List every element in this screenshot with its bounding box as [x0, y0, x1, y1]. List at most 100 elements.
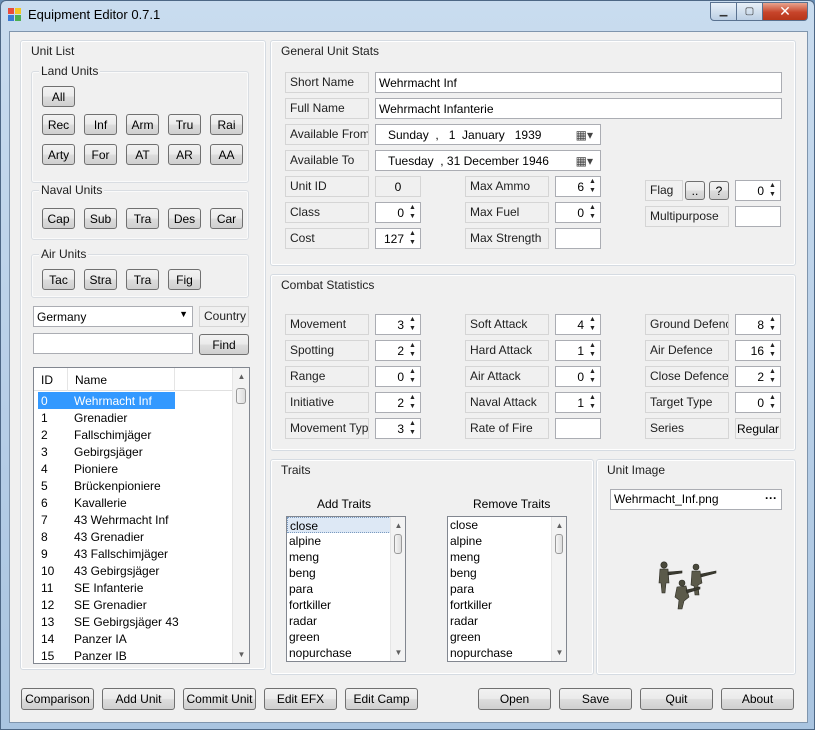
list-item[interactable]: close — [448, 517, 566, 533]
spin-up-icon[interactable]: ▲ — [405, 203, 420, 212]
unit-grid[interactable]: ID Name 0 Wehrmacht Inf 1 Grenadier 2 Fallsch… — [33, 367, 250, 664]
list-item[interactable]: para — [448, 581, 566, 597]
edit-camp-button[interactable]: Edit Camp — [345, 688, 418, 710]
table-row[interactable]: 15 Panzer IB — [34, 647, 233, 663]
open-button[interactable]: Open — [478, 688, 551, 710]
close-defence-stepper[interactable]: 2 ▲ ▼ — [735, 366, 781, 387]
spin-up-icon[interactable]: ▲ — [405, 229, 420, 238]
filter-rai-button[interactable]: Rai — [210, 114, 243, 135]
remove-traits-scrollbar[interactable]: ▲ ▼ — [551, 517, 566, 661]
search-input[interactable] — [33, 333, 193, 354]
save-button[interactable]: Save — [559, 688, 632, 710]
spin-down-icon[interactable]: ▼ — [765, 190, 780, 199]
spin-up-icon[interactable]: ▲ — [405, 341, 420, 350]
hard-attack-stepper[interactable]: 1 ▲ ▼ — [555, 340, 601, 361]
naval-attack-stepper[interactable]: 1 ▲ ▼ — [555, 392, 601, 413]
list-item[interactable]: para — [287, 581, 405, 597]
spin-up-icon[interactable]: ▲ — [585, 315, 600, 324]
scroll-up-icon[interactable]: ▲ — [391, 517, 405, 534]
filter-cap-button[interactable]: Cap — [42, 208, 75, 229]
spin-up-icon[interactable]: ▲ — [585, 177, 600, 186]
spin-up-icon[interactable]: ▲ — [405, 367, 420, 376]
table-row[interactable]: 9 43 Fallschimjäger — [34, 545, 233, 562]
filter-tru-button[interactable]: Tru — [168, 114, 201, 135]
spin-up-icon[interactable]: ▲ — [585, 341, 600, 350]
scroll-thumb[interactable] — [555, 534, 563, 554]
spin-up-icon[interactable]: ▲ — [765, 367, 780, 376]
spin-up-icon[interactable]: ▲ — [765, 181, 780, 190]
add-traits-list[interactable]: close alpine meng beng para fortkiller radar gr… — [286, 516, 406, 662]
filter-air-tra-button[interactable]: Tra — [126, 269, 159, 290]
available-to-picker[interactable]: Tuesday , 31 December 1946 ▦▾ — [375, 150, 601, 171]
cost-stepper[interactable]: 127 ▲ ▼ — [375, 228, 421, 249]
max-ammo-stepper[interactable]: 6 ▲ ▼ — [555, 176, 601, 197]
filter-car-button[interactable]: Car — [210, 208, 243, 229]
table-row[interactable]: 4 Pioniere — [34, 460, 233, 477]
spin-up-icon[interactable]: ▲ — [405, 315, 420, 324]
scroll-down-icon[interactable]: ▼ — [552, 644, 566, 661]
list-item[interactable]: alpine — [448, 533, 566, 549]
table-row[interactable]: 3 Gebirgsjäger — [34, 443, 233, 460]
filter-ar-button[interactable]: AR — [168, 144, 201, 165]
filter-des-button[interactable]: Des — [168, 208, 201, 229]
table-row[interactable]: 10 43 Gebirgsjäger — [34, 562, 233, 579]
spin-down-icon[interactable]: ▼ — [405, 350, 420, 359]
scroll-up-icon[interactable]: ▲ — [552, 517, 566, 534]
filter-arm-button[interactable]: Arm — [126, 114, 159, 135]
spin-up-icon[interactable]: ▲ — [585, 203, 600, 212]
table-row[interactable]: 5 Brückenpioniere — [34, 477, 233, 494]
flag-browse-button[interactable]: .. — [685, 181, 705, 200]
country-select[interactable]: Germany ▼ — [33, 306, 193, 327]
filter-aa-button[interactable]: AA — [210, 144, 243, 165]
spin-up-icon[interactable]: ▲ — [585, 367, 600, 376]
air-attack-stepper[interactable]: 0 ▲ ▼ — [555, 366, 601, 387]
title-bar[interactable]: Equipment Editor 0.7.1 ▁ ▢ ✕ — [1, 1, 814, 29]
image-browse-icon[interactable]: ··· — [765, 491, 777, 505]
ground-defence-stepper[interactable]: 8 ▲ ▼ — [735, 314, 781, 335]
filter-stra-button[interactable]: Stra — [84, 269, 117, 290]
full-name-input[interactable] — [375, 98, 782, 119]
commit-unit-button[interactable]: Commit Unit — [183, 688, 256, 710]
target-type-stepper[interactable]: 0 ▲ ▼ — [735, 392, 781, 413]
minimize-button[interactable]: ▁ — [710, 2, 737, 21]
column-id[interactable]: ID — [41, 373, 53, 387]
edit-efx-button[interactable]: Edit EFX — [264, 688, 337, 710]
available-from-picker[interactable]: Sunday , 1 January 1939 ▦▾ — [375, 124, 601, 145]
filter-all-button[interactable]: All — [42, 86, 75, 107]
air-defence-stepper[interactable]: 16 ▲ ▼ — [735, 340, 781, 361]
close-button[interactable]: ✕ — [763, 2, 808, 21]
class-stepper[interactable]: 0 ▲ ▼ — [375, 202, 421, 223]
add-unit-button[interactable]: Add Unit — [102, 688, 175, 710]
table-row[interactable]: 7 43 Wehrmacht Inf — [34, 511, 233, 528]
flag-help-button[interactable]: ? — [709, 181, 729, 200]
table-row[interactable]: 11 SE Infanterie — [34, 579, 233, 596]
table-row[interactable]: 6 Kavallerie — [34, 494, 233, 511]
list-item[interactable]: green — [287, 629, 405, 645]
spin-up-icon[interactable]: ▲ — [405, 419, 420, 428]
spin-down-icon[interactable]: ▼ — [585, 324, 600, 333]
add-traits-scrollbar[interactable]: ▲ ▼ — [390, 517, 405, 661]
filter-for-button[interactable]: For — [84, 144, 117, 165]
spin-down-icon[interactable]: ▼ — [405, 376, 420, 385]
soft-attack-stepper[interactable]: 4 ▲ ▼ — [555, 314, 601, 335]
list-item[interactable]: fortkiller — [448, 597, 566, 613]
spin-down-icon[interactable]: ▼ — [405, 428, 420, 437]
scroll-down-icon[interactable]: ▼ — [391, 644, 405, 661]
scroll-thumb[interactable] — [394, 534, 402, 554]
list-item[interactable]: beng — [287, 565, 405, 581]
spin-down-icon[interactable]: ▼ — [585, 350, 600, 359]
max-fuel-stepper[interactable]: 0 ▲ ▼ — [555, 202, 601, 223]
filter-inf-button[interactable]: Inf — [84, 114, 117, 135]
table-row[interactable]: 14 Panzer IA — [34, 630, 233, 647]
spin-up-icon[interactable]: ▲ — [405, 393, 420, 402]
spin-down-icon[interactable]: ▼ — [585, 186, 600, 195]
table-row[interactable]: 13 SE Gebirgsjäger 43 — [34, 613, 233, 630]
spin-down-icon[interactable]: ▼ — [585, 376, 600, 385]
remove-traits-list[interactable]: close alpine meng beng para fortkiller radar gr… — [447, 516, 567, 662]
filter-arty-button[interactable]: Arty — [42, 144, 75, 165]
image-file-input[interactable]: Wehrmacht_Inf.png ··· — [610, 489, 782, 510]
filter-tac-button[interactable]: Tac — [42, 269, 75, 290]
about-button[interactable]: About — [721, 688, 794, 710]
spin-down-icon[interactable]: ▼ — [405, 402, 420, 411]
scroll-up-icon[interactable]: ▲ — [233, 368, 249, 385]
